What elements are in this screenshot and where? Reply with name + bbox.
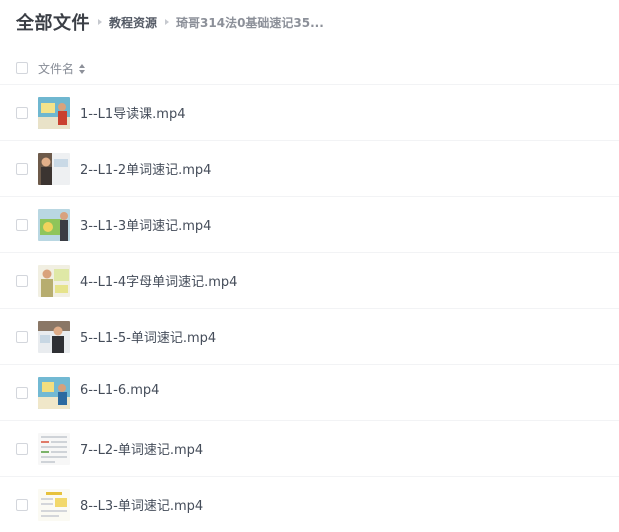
name-column-header[interactable]: 文件名 <box>38 60 86 77</box>
file-row[interactable]: 1--L1导读课.mp4 <box>0 84 619 140</box>
file-name[interactable]: 5--L1-5-单词速记.mp4 <box>80 327 216 346</box>
video-thumbnail[interactable] <box>38 209 70 241</box>
select-all-checkbox[interactable] <box>16 62 28 74</box>
video-thumbnail[interactable] <box>38 433 70 465</box>
file-checkbox[interactable] <box>16 163 28 175</box>
file-checkbox[interactable] <box>16 387 28 399</box>
video-thumbnail[interactable] <box>38 489 70 521</box>
file-checkbox[interactable] <box>16 443 28 455</box>
breadcrumb-current: 琦哥314法0基础速记35... <box>176 15 324 30</box>
file-row[interactable]: 4--L1-4字母单词速记.mp4 <box>0 252 619 308</box>
sort-icon[interactable] <box>79 63 86 74</box>
name-column-label: 文件名 <box>38 62 75 76</box>
chevron-right-icon <box>165 19 170 25</box>
file-name[interactable]: 3--L1-3单词速记.mp4 <box>80 215 211 234</box>
file-list-header: 文件名 <box>0 52 619 84</box>
file-checkbox[interactable] <box>16 107 28 119</box>
chevron-right-icon <box>98 19 102 25</box>
breadcrumb-folder[interactable]: 教程资源 <box>109 14 157 31</box>
breadcrumb: 全部文件 教程资源 琦哥314法0基础速记35... <box>16 10 324 34</box>
video-thumbnail[interactable] <box>38 153 70 185</box>
file-row[interactable]: 2--L1-2单词速记.mp4 <box>0 140 619 196</box>
file-name[interactable]: 6--L1-6.mp4 <box>80 383 159 398</box>
video-thumbnail[interactable] <box>38 265 70 297</box>
file-row[interactable]: 6--L1-6.mp4 <box>0 364 619 420</box>
file-name[interactable]: 4--L1-4字母单词速记.mp4 <box>80 271 237 290</box>
breadcrumb-root[interactable]: 全部文件 <box>16 9 90 35</box>
file-checkbox[interactable] <box>16 275 28 287</box>
file-checkbox[interactable] <box>16 219 28 231</box>
video-thumbnail[interactable] <box>38 377 70 409</box>
file-row[interactable]: 8--L3-单词速记.mp4 <box>0 476 619 532</box>
file-name[interactable]: 1--L1导读课.mp4 <box>80 103 186 122</box>
video-thumbnail[interactable] <box>38 321 70 353</box>
file-name[interactable]: 2--L1-2单词速记.mp4 <box>80 159 211 178</box>
file-checkbox[interactable] <box>16 331 28 343</box>
file-row[interactable]: 7--L2-单词速记.mp4 <box>0 420 619 476</box>
file-row[interactable]: 3--L1-3单词速记.mp4 <box>0 196 619 252</box>
file-name[interactable]: 8--L3-单词速记.mp4 <box>80 495 203 514</box>
file-row[interactable]: 5--L1-5-单词速记.mp4 <box>0 308 619 364</box>
file-checkbox[interactable] <box>16 499 28 511</box>
file-name[interactable]: 7--L2-单词速记.mp4 <box>80 439 203 458</box>
video-thumbnail[interactable] <box>38 97 70 129</box>
